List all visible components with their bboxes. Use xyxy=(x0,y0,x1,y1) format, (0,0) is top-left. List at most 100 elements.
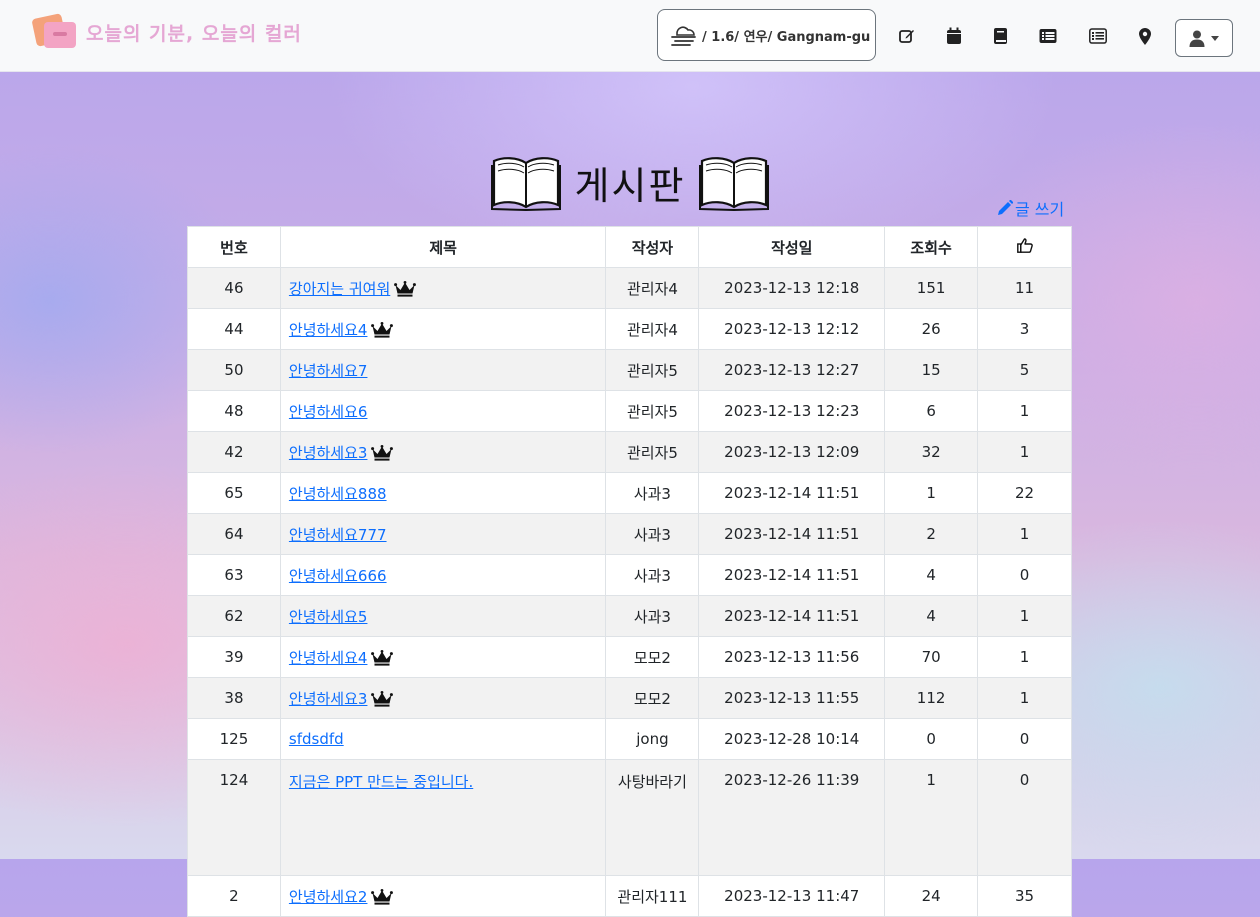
post-title-cell: 안녕하세요666 xyxy=(279,554,607,596)
post-title-cell: 지금은 PPT 만드는 중입니다. xyxy=(279,759,607,876)
post-likes: 0 xyxy=(977,759,1072,876)
crown-icon xyxy=(371,322,394,338)
post-views: 4 xyxy=(884,554,979,596)
post-author: jong xyxy=(605,718,700,760)
write-post-label: 글 쓰기 xyxy=(1015,200,1065,219)
post-views: 151 xyxy=(884,267,979,309)
post-author: 사과3 xyxy=(605,595,700,637)
post-date: 2023-12-13 12:12 xyxy=(698,308,886,350)
brand-link[interactable]: 오늘의 기분, 오늘의 컬러 xyxy=(31,12,302,52)
column-header-no: 번호 xyxy=(187,226,281,268)
open-book-icon xyxy=(699,157,770,211)
table-row: 50 안녕하세요7 관리자5 2023-12-13 12:27 15 5 xyxy=(187,349,1072,391)
post-title-link[interactable]: 안녕하세요5 xyxy=(289,608,368,626)
fog-cloud-icon xyxy=(671,26,696,46)
post-title-link[interactable]: 지금은 PPT 만드는 중입니다. xyxy=(289,773,473,791)
board-table: 번호 제목 작성자 작성일 조회수 46 강아지는 귀여워 관리자4 2023-12-… xyxy=(187,226,1072,917)
weather-widget[interactable]: / 1.6/ 연우/ Gangnam-gu xyxy=(657,9,876,61)
post-author: 사과3 xyxy=(605,513,700,555)
list-alt-icon[interactable] xyxy=(1038,26,1058,46)
post-title-cell: 안녕하세요3 xyxy=(279,677,607,719)
table-row: 46 강아지는 귀여워 관리자4 2023-12-13 12:18 151 11 xyxy=(187,267,1072,309)
post-number: 48 xyxy=(187,390,281,432)
post-title-cell: 안녕하세요7 xyxy=(279,349,607,391)
post-date: 2023-12-13 12:27 xyxy=(698,349,886,391)
post-title-link[interactable]: sfdsdfd xyxy=(289,730,344,748)
post-views: 32 xyxy=(884,431,979,473)
board-heading: 게시판 xyxy=(0,150,1260,214)
table-row: 64 안녕하세요777 사과3 2023-12-14 11:51 2 1 xyxy=(187,513,1072,555)
post-title-cell: 안녕하세요4 xyxy=(279,308,607,350)
crown-icon xyxy=(394,281,417,297)
post-views: 15 xyxy=(884,349,979,391)
board-title: 게시판 xyxy=(574,163,686,208)
post-views: 4 xyxy=(884,595,979,637)
table-row: 62 안녕하세요5 사과3 2023-12-14 11:51 4 1 xyxy=(187,595,1072,637)
post-title-cell: 안녕하세요777 xyxy=(279,513,607,555)
column-header-likes xyxy=(977,226,1072,268)
post-views: 70 xyxy=(884,636,979,678)
open-book-icon xyxy=(490,157,561,211)
table-row: 39 안녕하세요4 모모2 2023-12-13 11:56 70 1 xyxy=(187,636,1072,678)
post-title-link[interactable]: 강아지는 귀여워 xyxy=(289,280,390,298)
write-post-link[interactable]: 글 쓰기 xyxy=(997,196,1064,220)
post-title-link[interactable]: 안녕하세요3 xyxy=(289,444,368,462)
post-title-cell: 안녕하세요4 xyxy=(279,636,607,678)
post-number: 50 xyxy=(187,349,281,391)
crown-icon xyxy=(371,889,394,905)
post-likes: 1 xyxy=(977,390,1072,432)
post-title-link[interactable]: 안녕하세요777 xyxy=(289,526,387,544)
post-number: 63 xyxy=(187,554,281,596)
post-number: 65 xyxy=(187,472,281,514)
post-date: 2023-12-14 11:51 xyxy=(698,595,886,637)
post-title-cell: 안녕하세요3 xyxy=(279,431,607,473)
post-number: 38 xyxy=(187,677,281,719)
table-row: 42 안녕하세요3 관리자5 2023-12-13 12:09 32 1 xyxy=(187,431,1072,473)
top-navbar: 오늘의 기분, 오늘의 컬러 / 1.6/ 연우/ Gangnam-gu xyxy=(0,0,1260,72)
post-date: 2023-12-13 12:23 xyxy=(698,390,886,432)
pencil-icon xyxy=(998,200,1013,215)
post-title-link[interactable]: 안녕하세요3 xyxy=(289,690,368,708)
column-header-title: 제목 xyxy=(279,226,607,268)
post-author: 관리자5 xyxy=(605,349,700,391)
post-views: 24 xyxy=(884,875,979,917)
post-date: 2023-12-26 11:39 xyxy=(698,759,886,876)
post-title-link[interactable]: 안녕하세요6 xyxy=(289,403,368,421)
post-date: 2023-12-13 11:55 xyxy=(698,677,886,719)
user-menu-button[interactable] xyxy=(1175,19,1233,57)
post-likes: 5 xyxy=(977,349,1072,391)
brand-title: 오늘의 기분, 오늘의 컬러 xyxy=(86,22,302,45)
post-likes: 1 xyxy=(977,513,1072,555)
books-logo-icon xyxy=(31,12,80,52)
post-author: 관리자111 xyxy=(605,875,700,917)
post-likes: 1 xyxy=(977,677,1072,719)
book-icon[interactable] xyxy=(990,26,1010,46)
post-number: 62 xyxy=(187,595,281,637)
post-title-link[interactable]: 안녕하세요7 xyxy=(289,362,368,380)
post-title-link[interactable]: 안녕하세요4 xyxy=(289,649,368,667)
map-marker-icon[interactable] xyxy=(1135,26,1155,46)
post-views: 0 xyxy=(884,718,979,760)
crown-icon xyxy=(371,650,394,666)
post-date: 2023-12-14 11:51 xyxy=(698,513,886,555)
table-header-row: 번호 제목 작성자 작성일 조회수 xyxy=(187,226,1072,268)
post-title-link[interactable]: 안녕하세요4 xyxy=(289,321,368,339)
edit-icon[interactable] xyxy=(897,26,917,46)
post-views: 112 xyxy=(884,677,979,719)
user-icon xyxy=(1189,30,1205,47)
post-date: 2023-12-14 11:51 xyxy=(698,472,886,514)
table-row: 124 지금은 PPT 만드는 중입니다. 사탕바라기 2023-12-26 11:3… xyxy=(187,759,1072,876)
thumbs-up-icon xyxy=(1016,237,1033,253)
post-date: 2023-12-13 11:56 xyxy=(698,636,886,678)
column-header-author: 작성자 xyxy=(605,226,700,268)
post-title-cell: 안녕하세요888 xyxy=(279,472,607,514)
post-title-link[interactable]: 안녕하세요666 xyxy=(289,567,387,585)
calendar-icon[interactable] xyxy=(944,26,964,46)
post-author: 관리자4 xyxy=(605,308,700,350)
table-row: 65 안녕하세요888 사과3 2023-12-14 11:51 1 22 xyxy=(187,472,1072,514)
list-icon[interactable] xyxy=(1088,26,1108,46)
post-title-link[interactable]: 안녕하세요2 xyxy=(289,888,368,906)
post-title-link[interactable]: 안녕하세요888 xyxy=(289,485,387,503)
post-title-cell: sfdsdfd xyxy=(279,718,607,760)
table-row: 125 sfdsdfd jong 2023-12-28 10:14 0 0 xyxy=(187,718,1072,760)
